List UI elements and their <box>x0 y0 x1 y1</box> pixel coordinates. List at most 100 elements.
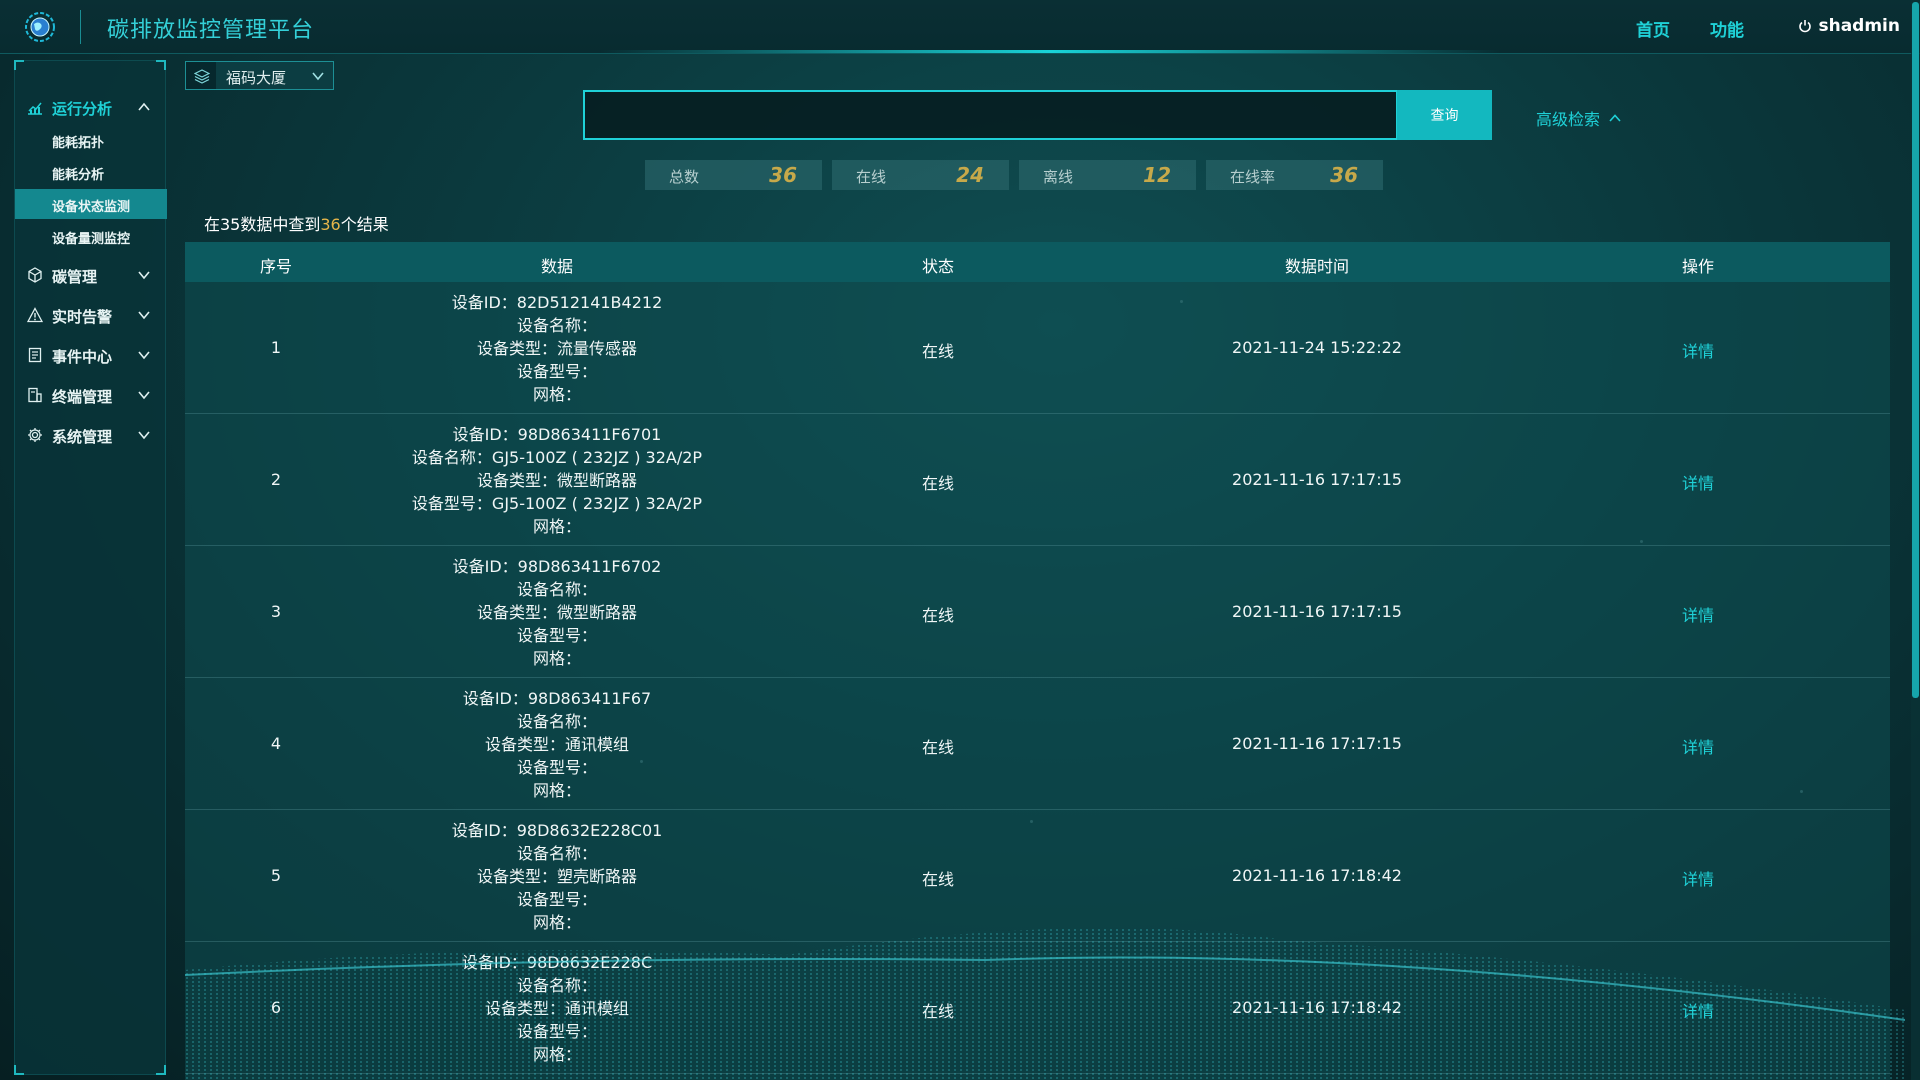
detail-link[interactable]: 详情 <box>1682 602 1714 626</box>
stat-label: 离线 <box>1043 168 1074 186</box>
stat-label: 总数 <box>669 168 700 186</box>
sidebar-item-energy-topology[interactable]: 能耗拓扑 <box>15 125 167 155</box>
frame-corner <box>156 60 166 70</box>
search-input[interactable] <box>583 90 1398 140</box>
device-info-line: 网格： <box>532 781 581 800</box>
result-count: 36 <box>320 215 341 234</box>
device-info-line: 设备类型：通讯模组 <box>484 735 629 754</box>
header-glow <box>600 50 1500 53</box>
detail-link[interactable]: 详情 <box>1682 866 1714 890</box>
detail-link[interactable]: 详情 <box>1682 998 1714 1022</box>
sidebar-item-energy-analysis[interactable]: 能耗分析 <box>15 157 167 187</box>
frame-corner <box>14 1065 24 1075</box>
result-summary-suffix: 个结果 <box>340 215 389 234</box>
chart-icon <box>28 102 42 115</box>
device-info-line: 设备名称： <box>516 316 597 335</box>
row-index: 5 <box>270 866 282 885</box>
device-info-line: 网格： <box>532 1045 582 1064</box>
search-button[interactable]: 查询 <box>1397 90 1492 140</box>
device-info-line: 网格： <box>532 649 582 668</box>
device-info: 设备ID：98D8632E228C 设备名称： 设备类型：通讯模组 设备型号： 网格： <box>462 951 652 1066</box>
row-index: 3 <box>270 602 282 621</box>
result-summary: 在35数据中查到36个结果 <box>204 211 389 235</box>
username: shadmin <box>1818 16 1900 36</box>
sidebar-item-device-measurement[interactable]: 设备量测监控 <box>15 221 167 251</box>
device-info-line: 网格： <box>532 385 581 404</box>
sidebar-item-device-status[interactable]: 设备状态监测 <box>15 189 167 219</box>
menu-group-system[interactable]: 系统管理 <box>15 419 167 451</box>
document-icon <box>28 347 42 363</box>
data-time-cell: 2021-11-24 15:22:22 <box>1232 338 1402 357</box>
frame-corner <box>14 60 24 70</box>
nav-home-link[interactable]: 首页 <box>1636 16 1670 41</box>
gear-icon <box>28 428 42 442</box>
column-header-status: 状态 <box>921 257 955 276</box>
table-row: 2 设备ID：98D863411F6701 设备名称：GJ5-100Z ( 232J… <box>185 414 1890 546</box>
detail-link[interactable]: 详情 <box>1682 734 1714 758</box>
menu-group-label: 终端管理 <box>52 388 113 406</box>
menu-group-realtime-alarm[interactable]: 实时告警 <box>15 299 167 331</box>
device-info-line: 设备ID：98D8632E228C <box>461 953 653 972</box>
device-info-line: 设备类型：微型断路器 <box>476 471 637 490</box>
device-info-line: 设备名称：GJ5-100Z ( 232JZ ) 32A/2P <box>411 448 703 467</box>
sidebar-item-label: 能耗分析 <box>52 168 105 183</box>
data-time-cell: 2021-11-16 17:17:15 <box>1232 602 1402 621</box>
sidebar-item-label: 设备量测监控 <box>52 232 131 247</box>
table-row: 6 设备ID：98D8632E228C 设备名称： 设备类型：通讯模组 设备型号： 网格：… <box>185 942 1890 1074</box>
detail-link[interactable]: 详情 <box>1682 338 1714 362</box>
chevron-down-icon <box>138 351 150 360</box>
row-index: 1 <box>270 338 282 357</box>
chevron-down-icon <box>312 72 324 81</box>
menu-group-carbon[interactable]: 碳管理 <box>15 259 167 291</box>
advanced-search-label: 高级检索 <box>1536 110 1601 129</box>
device-info-line: 网格： <box>532 913 581 932</box>
status-cell: 在线 <box>921 606 955 625</box>
top-bar: 碳排放监控管理平台 首页 功能 shadmin <box>0 0 1920 54</box>
device-info-line: 设备名称： <box>516 580 598 599</box>
chevron-down-icon <box>138 431 150 440</box>
stat-value: 12 <box>1143 163 1171 187</box>
row-index: 4 <box>270 734 282 753</box>
menu-group-label: 事件中心 <box>52 348 113 366</box>
power-icon <box>1799 20 1812 33</box>
device-info: 设备ID：98D863411F67 设备名称： 设备类型：通讯模组 设备型号： 网格： <box>463 687 651 802</box>
device-info-line: 设备型号： <box>516 626 598 645</box>
user-menu[interactable]: shadmin <box>1798 16 1900 36</box>
page-scrollbar[interactable] <box>1911 0 1920 1080</box>
device-info-line: 设备型号： <box>516 890 597 909</box>
device-info: 设备ID：98D863411F6701 设备名称：GJ5-100Z ( 232JZ… <box>412 423 702 538</box>
device-info-line: 设备名称： <box>516 844 597 863</box>
advanced-search-toggle[interactable]: 高级检索 <box>1536 106 1622 130</box>
table-row: 3 设备ID：98D863411F6702 设备名称： 设备类型：微型断路器 设备型号：… <box>185 546 1890 678</box>
table-row: 5 设备ID：98D8632E228C01 设备名称： 设备类型：塑壳断路器 设备型号：… <box>185 810 1890 942</box>
menu-group-operation-analysis[interactable]: 运行分析 <box>15 91 167 123</box>
table-header: 序号 数据 状态 数据时间 操作 <box>185 242 1890 282</box>
logo-divider <box>80 10 81 44</box>
device-info-line: 设备型号： <box>516 1022 598 1041</box>
device-info-line: 设备型号： <box>516 362 597 381</box>
stat-value: 24 <box>956 163 984 187</box>
table-row: 1 设备ID：82D512141B4212 设备名称： 设备类型：流量传感器 设备型号：… <box>185 282 1890 414</box>
result-summary-prefix: 在35数据中查到 <box>204 215 321 234</box>
device-info-line: 设备类型：塑壳断路器 <box>476 867 637 886</box>
detail-link[interactable]: 详情 <box>1682 470 1714 494</box>
stat-label: 在线 <box>856 168 887 186</box>
device-info-line: 设备类型：通讯模组 <box>484 999 630 1018</box>
stat-online-rate: 在线率 36 <box>1206 160 1383 190</box>
menu-group-label: 系统管理 <box>52 428 113 446</box>
sidebar-item-label: 设备状态监测 <box>52 200 131 215</box>
building-selector[interactable]: 福码大厦 <box>185 61 334 90</box>
menu-group-event-center[interactable]: 事件中心 <box>15 339 167 371</box>
warning-icon <box>27 307 43 323</box>
status-cell: 在线 <box>921 870 955 889</box>
stat-label: 在线率 <box>1230 168 1276 186</box>
device-info: 设备ID：82D512141B4212 设备名称： 设备类型：流量传感器 设备型号： 网… <box>452 291 663 406</box>
nav-functions-link[interactable]: 功能 <box>1710 16 1744 41</box>
app-title: 碳排放监控管理平台 <box>107 18 315 43</box>
device-info-line: 设备ID：82D512141B4212 <box>451 293 663 312</box>
scrollbar-thumb[interactable] <box>1912 2 1919 698</box>
menu-group-terminal[interactable]: 终端管理 <box>15 379 167 411</box>
data-time-cell: 2021-11-16 17:17:15 <box>1232 470 1402 489</box>
status-cell: 在线 <box>921 1002 955 1021</box>
cube-icon <box>28 267 42 283</box>
